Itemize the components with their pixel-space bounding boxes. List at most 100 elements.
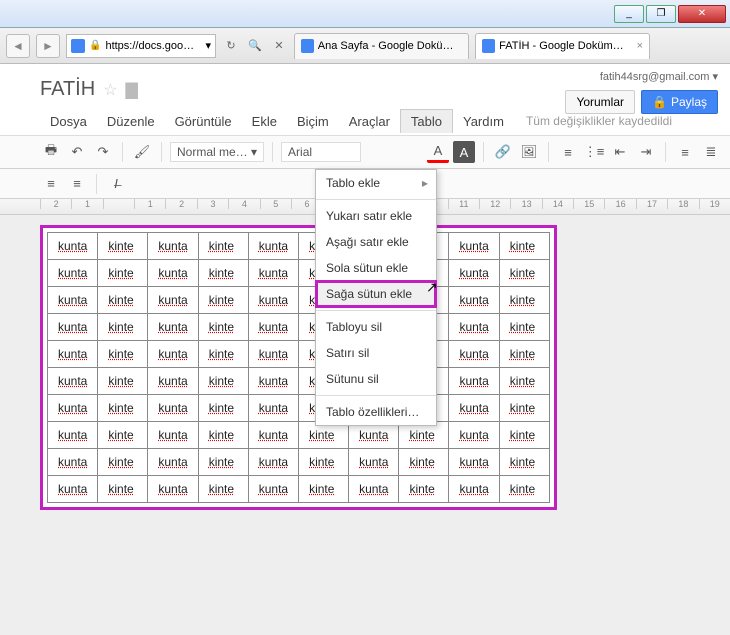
table-cell[interactable]: kunta xyxy=(148,422,198,449)
table-cell[interactable]: kunta xyxy=(48,260,98,287)
table-cell[interactable]: kinte xyxy=(98,395,148,422)
table-cell[interactable]: kunta xyxy=(248,368,298,395)
search-icon[interactable]: 🔍 xyxy=(246,37,264,55)
table-cell[interactable]: kunta xyxy=(48,395,98,422)
table-cell[interactable]: kinte xyxy=(399,476,449,503)
table-cell[interactable]: kinte xyxy=(98,287,148,314)
table-cell[interactable]: kinte xyxy=(98,314,148,341)
table-cell[interactable]: kunta xyxy=(148,368,198,395)
align-left-icon[interactable]: ≡ xyxy=(40,173,62,195)
table-cell[interactable]: kinte xyxy=(98,260,148,287)
menu-biçim[interactable]: Biçim xyxy=(287,110,339,133)
table-cell[interactable]: kunta xyxy=(148,260,198,287)
table-cell[interactable]: kinte xyxy=(499,449,549,476)
menu-görüntüle[interactable]: Görüntüle xyxy=(165,110,242,133)
print-icon[interactable]: 🖶 xyxy=(40,141,62,163)
menu-düzenle[interactable]: Düzenle xyxy=(97,110,165,133)
table-cell[interactable]: kunta xyxy=(48,341,98,368)
table-cell[interactable]: kinte xyxy=(499,368,549,395)
table-cell[interactable]: kinte xyxy=(198,449,248,476)
table-cell[interactable]: kunta xyxy=(349,476,399,503)
document-table[interactable]: kuntakintekuntakintekuntakintekuntakinte… xyxy=(47,232,550,503)
table-cell[interactable]: kinte xyxy=(198,476,248,503)
table-cell[interactable]: kinte xyxy=(499,395,549,422)
table-cell[interactable]: kinte xyxy=(198,287,248,314)
clear-format-icon[interactable]: I̶ xyxy=(105,173,127,195)
menu-tablo[interactable]: Tablo xyxy=(400,109,453,133)
table-cell[interactable]: kunta xyxy=(248,449,298,476)
numbered-list-icon[interactable]: ≡ xyxy=(557,141,579,163)
table-cell[interactable]: kinte xyxy=(98,422,148,449)
back-button[interactable]: ◄ xyxy=(6,34,30,58)
table-cell[interactable]: kunta xyxy=(449,449,499,476)
bulleted-list-icon[interactable]: ⋮≡ xyxy=(583,141,605,163)
table-cell[interactable]: kinte xyxy=(499,422,549,449)
menu-item[interactable]: Sola sütun ekle xyxy=(316,255,436,281)
align-justify-icon[interactable]: ≣ xyxy=(700,141,722,163)
menu-item[interactable]: Tablo ekle xyxy=(316,170,436,196)
refresh-button[interactable]: ↻ xyxy=(222,37,240,55)
table-cell[interactable]: kinte xyxy=(198,368,248,395)
table-cell[interactable]: kinte xyxy=(98,449,148,476)
table-cell[interactable]: kinte xyxy=(499,341,549,368)
comments-button[interactable]: Yorumlar xyxy=(565,90,635,114)
table-cell[interactable]: kunta xyxy=(449,368,499,395)
window-maximize-button[interactable]: ❐ xyxy=(646,5,676,23)
table-cell[interactable]: kunta xyxy=(449,314,499,341)
undo-icon[interactable]: ↶ xyxy=(66,141,88,163)
table-cell[interactable]: kunta xyxy=(48,476,98,503)
table-cell[interactable]: kunta xyxy=(148,287,198,314)
indent-icon[interactable]: ⇥ xyxy=(635,141,657,163)
font-select[interactable]: Arial xyxy=(281,142,361,162)
image-icon[interactable]: 🖼 xyxy=(518,141,540,163)
table-cell[interactable]: kunta xyxy=(449,476,499,503)
table-cell[interactable]: kunta xyxy=(248,395,298,422)
table-cell[interactable]: kunta xyxy=(449,341,499,368)
window-minimize-button[interactable]: _ xyxy=(614,5,644,23)
share-button[interactable]: 🔒Paylaş xyxy=(641,90,718,114)
table-cell[interactable]: kunta xyxy=(349,449,399,476)
table-cell[interactable]: kunta xyxy=(449,395,499,422)
table-cell[interactable]: kinte xyxy=(499,287,549,314)
user-email[interactable]: fatih44srg@gmail.com ▾ xyxy=(600,70,718,83)
redo-icon[interactable]: ↷ xyxy=(92,141,114,163)
window-close-button[interactable]: ✕ xyxy=(678,5,726,23)
menu-yardım[interactable]: Yardım xyxy=(453,110,514,133)
table-cell[interactable]: kinte xyxy=(98,341,148,368)
table-cell[interactable]: kunta xyxy=(48,449,98,476)
paint-format-icon[interactable]: 🖌 xyxy=(131,141,153,163)
align-left-icon[interactable]: ≡ xyxy=(674,141,696,163)
highlight-color-icon[interactable]: A xyxy=(453,141,475,163)
tab-close-icon[interactable]: × xyxy=(637,40,643,52)
url-field[interactable]: 🔒 https://docs.goo… ▾ xyxy=(66,34,216,58)
table-cell[interactable]: kunta xyxy=(148,395,198,422)
table-cell[interactable]: kinte xyxy=(499,476,549,503)
menu-araçlar[interactable]: Araçlar xyxy=(339,110,400,133)
menu-item[interactable]: Sütunu sil xyxy=(316,366,436,392)
menu-dosya[interactable]: Dosya xyxy=(40,110,97,133)
table-cell[interactable]: kinte xyxy=(399,449,449,476)
browser-tab-1[interactable]: FATİH - Google Dokümanlar × xyxy=(475,33,650,59)
star-icon[interactable]: ☆ xyxy=(103,80,117,100)
table-cell[interactable]: kunta xyxy=(248,233,298,260)
table-cell[interactable]: kunta xyxy=(48,233,98,260)
table-cell[interactable]: kinte xyxy=(198,422,248,449)
stop-button[interactable]: ✕ xyxy=(270,37,288,55)
table-cell[interactable]: kinte xyxy=(198,260,248,287)
menu-ekle[interactable]: Ekle xyxy=(242,110,287,133)
dropdown-icon[interactable]: ▾ xyxy=(205,39,211,52)
align-center-icon[interactable]: ≡ xyxy=(66,173,88,195)
folder-icon[interactable]: ▇ xyxy=(126,80,138,100)
menu-item[interactable]: Satırı sil xyxy=(316,340,436,366)
table-cell[interactable]: kinte xyxy=(299,476,349,503)
style-select[interactable]: Normal me… ▾ xyxy=(170,142,264,162)
table-cell[interactable]: kunta xyxy=(48,287,98,314)
table-cell[interactable]: kinte xyxy=(198,314,248,341)
table-cell[interactable]: kinte xyxy=(98,476,148,503)
menu-item[interactable]: Tablo özellikleri… xyxy=(316,399,436,425)
table-cell[interactable]: kinte xyxy=(198,233,248,260)
table-cell[interactable]: kunta xyxy=(449,422,499,449)
table-cell[interactable]: kunta xyxy=(449,233,499,260)
table-cell[interactable]: kinte xyxy=(299,449,349,476)
table-cell[interactable]: kunta xyxy=(148,449,198,476)
